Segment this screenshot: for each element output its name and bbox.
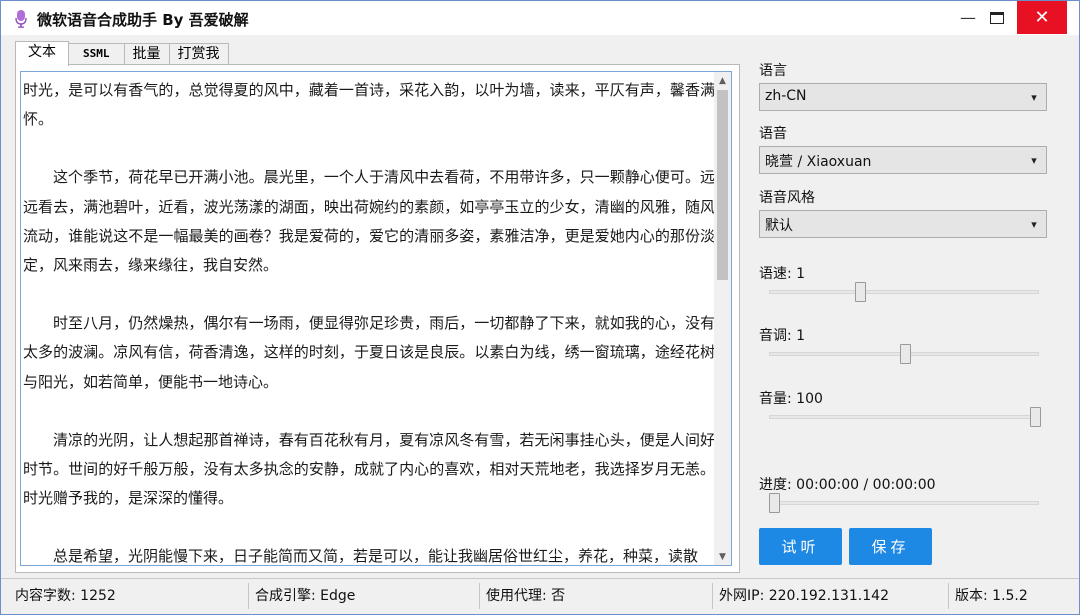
style-select[interactable]: 默认 ▾ bbox=[759, 210, 1047, 238]
paragraph: 总是希望，光阴能慢下来，日子能简而又简，若是可以，能让我幽居俗世红尘，养花，种菜… bbox=[53, 547, 699, 566]
slider-track bbox=[769, 501, 1039, 505]
status-bar: 内容字数: 1252 合成引擎: Edge 使用代理: 否 外网IP: 220.… bbox=[1, 578, 1079, 614]
voice-value: 晓萱 / Xiaoxuan bbox=[765, 154, 872, 170]
language-label: 语言 bbox=[759, 63, 787, 79]
listen-button[interactable]: 试听 bbox=[759, 528, 842, 565]
paragraph: 清凉的光阴，让人想起那首禅诗，春有百花秋有月，夏有凉风冬有雪，若无闲事挂心头，便… bbox=[23, 430, 715, 508]
scrollbar-thumb[interactable] bbox=[717, 90, 728, 280]
style-select-field bbox=[762, 213, 1024, 235]
engine-status: 合成引擎: Edge bbox=[249, 583, 480, 609]
microphone-icon bbox=[15, 10, 27, 28]
progress-slider[interactable] bbox=[769, 493, 1041, 513]
voice-label: 语音 bbox=[759, 126, 787, 142]
rate-label: 语速: 1 bbox=[759, 266, 806, 282]
style-value: 默认 bbox=[765, 218, 793, 234]
slider-thumb[interactable] bbox=[899, 344, 911, 364]
scroll-down-icon[interactable]: ▼ bbox=[714, 548, 731, 565]
ip-status: 外网IP: 220.192.131.142 bbox=[713, 583, 949, 609]
tab-strip: 文本 SSML 批量 打赏我 bbox=[15, 41, 229, 66]
slider-track bbox=[769, 290, 1039, 294]
progress-label: 进度: 00:00:00 / 00:00:00 bbox=[759, 477, 936, 493]
proxy-status: 使用代理: 否 bbox=[480, 583, 713, 609]
char-count-status: 内容字数: 1252 bbox=[9, 583, 249, 609]
chevron-down-icon: ▾ bbox=[1031, 90, 1037, 104]
maximize-icon bbox=[990, 11, 1004, 24]
chevron-down-icon: ▾ bbox=[1031, 153, 1037, 167]
slider-thumb[interactable] bbox=[1030, 407, 1041, 427]
slider-thumb[interactable] bbox=[855, 282, 867, 302]
version-status: 版本: 1.5.2 bbox=[955, 588, 1028, 604]
save-button[interactable]: 保存 bbox=[849, 528, 932, 565]
chevron-down-icon: ▾ bbox=[1031, 217, 1037, 231]
text-editor[interactable]: 时光，是可以有香气的，总觉得夏的风中，藏着一首诗，采花入韵，以叶为墙，读来，平仄… bbox=[20, 71, 732, 566]
paragraph: 时光，是可以有香气的，总觉得夏的风中，藏着一首诗，采花入韵，以叶为墙，读来，平仄… bbox=[23, 81, 715, 129]
slider-track bbox=[769, 415, 1039, 419]
rate-slider[interactable] bbox=[769, 282, 1041, 302]
voice-select[interactable]: 晓萱 / Xiaoxuan ▾ bbox=[759, 146, 1047, 174]
language-value: zh-CN bbox=[765, 88, 807, 104]
style-label: 语音风格 bbox=[759, 190, 815, 206]
scroll-up-icon[interactable]: ▲ bbox=[714, 72, 731, 89]
editor-text[interactable]: 时光，是可以有香气的，总觉得夏的风中，藏着一首诗，采花入韵，以叶为墙，读来，平仄… bbox=[23, 76, 715, 566]
pitch-label: 音调: 1 bbox=[759, 328, 806, 344]
tab-batch[interactable]: 批量 bbox=[123, 43, 170, 65]
title-bar[interactable]: 微软语音合成助手 By 吾爱破解 — ✕ bbox=[1, 1, 1079, 35]
paragraph: 时至八月，仍然燥热，偶尔有一场雨，便显得弥足珍贵，雨后，一切都静了下来，就如我的… bbox=[23, 314, 715, 391]
close-button[interactable]: ✕ bbox=[1017, 1, 1067, 34]
app-window: 微软语音合成助手 By 吾爱破解 — ✕ 文本 SSML 批量 打赏我 时光，是… bbox=[0, 0, 1080, 615]
window-title: 微软语音合成助手 By 吾爱破解 bbox=[37, 11, 249, 29]
volume-slider[interactable] bbox=[769, 407, 1041, 427]
editor-scrollbar[interactable]: ▲ ▼ bbox=[714, 72, 731, 565]
tab-donate[interactable]: 打赏我 bbox=[168, 43, 229, 65]
paragraph: 这个季节，荷花早已开满小池。晨光里，一个人于清风中去看荷，不用带许多，只一颗静心… bbox=[23, 168, 715, 275]
tab-text[interactable]: 文本 bbox=[15, 41, 69, 66]
pitch-slider[interactable] bbox=[769, 344, 1041, 364]
text-tab-panel: 时光，是可以有香气的，总觉得夏的风中，藏着一首诗，采花入韵，以叶为墙，读来，平仄… bbox=[15, 64, 740, 573]
volume-label: 音量: 100 bbox=[759, 391, 823, 407]
language-select[interactable]: zh-CN ▾ bbox=[759, 83, 1047, 111]
maximize-button[interactable] bbox=[979, 1, 1015, 34]
slider-thumb[interactable] bbox=[769, 493, 780, 513]
tab-ssml[interactable]: SSML bbox=[68, 43, 125, 65]
